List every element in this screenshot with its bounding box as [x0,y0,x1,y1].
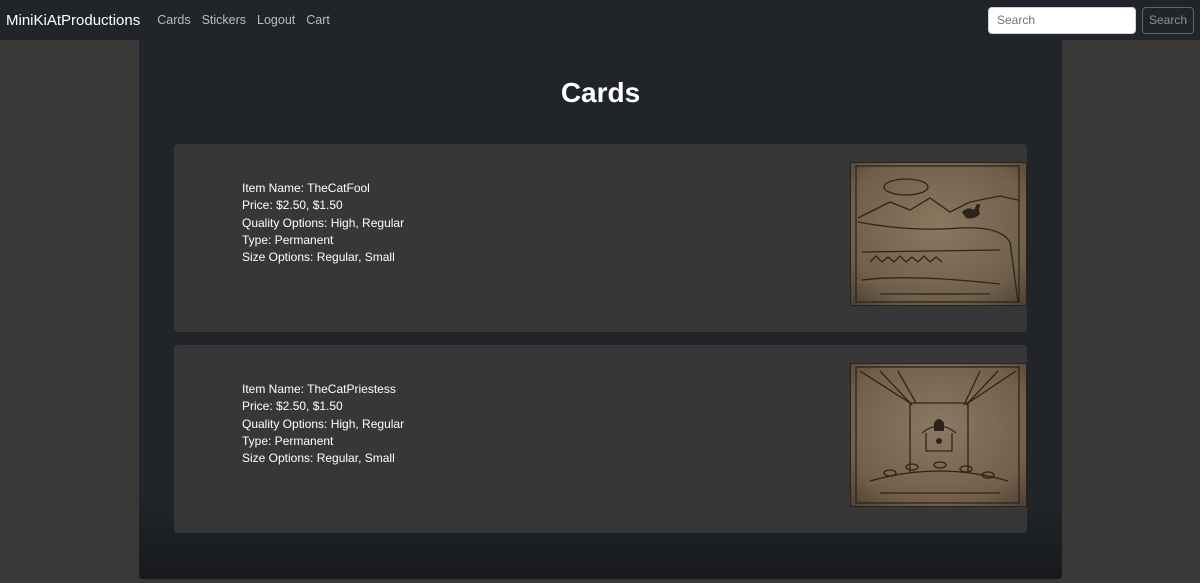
page-title: Cards [560,77,641,108]
item-name: Item Name: TheCatPriestess [242,382,396,396]
item-size-options: Size Options: Regular, Small [242,250,395,265]
item-name: Item Name: TheCatFool [242,181,370,195]
item-quality-options: Quality Options: High, Regular [242,416,405,431]
item-quality-options: Quality Options: High, Regular [242,215,405,230]
main-content: Cards Item Name: TheCatFool Price: $2.50… [139,40,1062,579]
brand-link[interactable]: MiniKiAtProductions [6,12,140,29]
nav-link-cards[interactable]: Cards [157,13,190,27]
item-details: Item Name: TheCatFool Price: $2.50, $1.5… [242,180,404,266]
item-type: Type: Permanent [242,433,334,448]
nav-link-stickers[interactable]: Stickers [202,13,246,27]
item-details: Item Name: TheCatPriestess Price: $2.50,… [242,381,404,467]
item-type: Type: Permanent [242,232,334,247]
item-price: Price: $2.50, $1.50 [242,198,343,213]
item-image-thecatfool[interactable] [850,162,1027,306]
item-card: Item Name: TheCatPriestess Price: $2.50,… [174,345,1027,533]
item-size-options: Size Options: Regular, Small [242,451,395,466]
item-price: Price: $2.50, $1.50 [242,399,343,414]
nav-link-logout[interactable]: Logout [257,13,295,27]
item-image-thecatpriestess[interactable] [850,363,1027,507]
navbar: MiniKiAtProductions Cards Stickers Logou… [0,0,1200,40]
search-input[interactable] [988,6,1136,34]
search-button[interactable]: Search [1142,6,1194,34]
item-card: Item Name: TheCatFool Price: $2.50, $1.5… [174,144,1027,332]
nav-link-cart[interactable]: Cart [306,13,330,27]
